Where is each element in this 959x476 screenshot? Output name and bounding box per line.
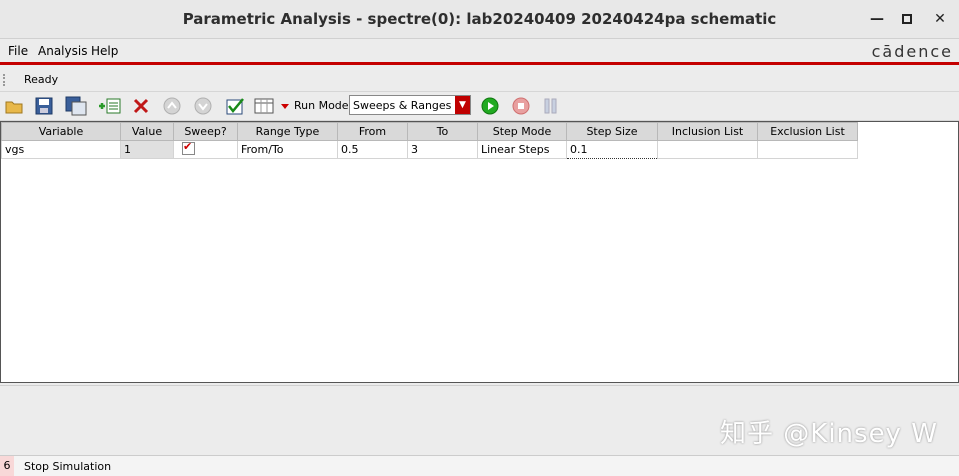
col-header-sweep[interactable]: Sweep? — [173, 122, 238, 141]
run-mode-value: Sweeps & Ranges — [353, 99, 452, 112]
grip-handle-icon — [3, 74, 11, 86]
col-header-range-type[interactable]: Range Type — [237, 122, 338, 141]
cell-from[interactable]: 0.5 — [337, 140, 408, 159]
save-as-icon[interactable] — [64, 96, 88, 116]
table-view-icon[interactable] — [254, 96, 274, 116]
line-number-badge: 6 — [0, 456, 14, 476]
move-up-icon[interactable] — [162, 96, 182, 116]
dropdown-icon[interactable] — [280, 96, 290, 116]
table-header-row: Variable Value Sweep? Range Type From To… — [1, 122, 858, 141]
bottom-status-text: Stop Simulation — [24, 460, 112, 473]
run-mode-label: Run Mode: — [294, 99, 353, 112]
close-icon[interactable]: ✕ — [930, 9, 950, 29]
stop-icon[interactable] — [511, 96, 531, 116]
col-header-to[interactable]: To — [407, 122, 478, 141]
menu-help[interactable]: Help — [91, 44, 118, 58]
watermark: 知乎 @Kinsey W — [720, 419, 938, 449]
menu-file[interactable]: File — [8, 44, 28, 58]
minimize-icon[interactable]: — — [867, 9, 887, 29]
cadence-logo: cādence — [871, 42, 953, 61]
cell-exclusion-list[interactable] — [757, 140, 858, 159]
parameter-table: Variable Value Sweep? Range Type From To… — [1, 122, 858, 159]
pause-icon[interactable] — [541, 96, 561, 116]
col-header-inclusion-list[interactable]: Inclusion List — [657, 122, 758, 141]
cell-range-type[interactable]: From/To — [237, 140, 338, 159]
toolbar: Run Mode: Sweeps & Ranges ▼ — [0, 91, 959, 121]
cell-sweep[interactable] — [173, 140, 238, 159]
accent-divider — [0, 62, 959, 65]
table-row[interactable]: vgs 1 From/To 0.5 3 Linear Steps 0.1 — [1, 140, 858, 159]
move-down-icon[interactable] — [193, 96, 213, 116]
cell-step-mode[interactable]: Linear Steps — [477, 140, 567, 159]
col-header-step-mode[interactable]: Step Mode — [477, 122, 567, 141]
menu-bar: File Analysis Help cādence — [0, 39, 959, 61]
cell-inclusion-list[interactable] — [657, 140, 758, 159]
cell-step-size[interactable]: 0.1 — [566, 140, 658, 159]
add-variable-icon[interactable] — [98, 96, 122, 116]
bottom-status-bar: 6 Stop Simulation — [0, 455, 959, 476]
delete-icon[interactable] — [131, 96, 151, 116]
col-header-value[interactable]: Value — [120, 122, 174, 141]
chevron-down-icon[interactable]: ▼ — [455, 96, 470, 114]
col-header-step-size[interactable]: Step Size — [566, 122, 658, 141]
sweep-checkbox[interactable] — [182, 141, 195, 155]
window-title: Parametric Analysis - spectre(0): lab202… — [182, 10, 777, 28]
cell-value[interactable]: 1 — [120, 140, 174, 159]
check-icon[interactable] — [225, 96, 245, 116]
menu-analysis[interactable]: Analysis — [38, 44, 87, 58]
title-bar: Parametric Analysis - spectre(0): lab202… — [0, 0, 959, 39]
status-text: Ready — [24, 73, 59, 86]
col-header-exclusion-list[interactable]: Exclusion List — [757, 122, 858, 141]
save-icon[interactable] — [34, 96, 54, 116]
cell-variable[interactable]: vgs — [1, 140, 121, 159]
run-icon[interactable] — [480, 96, 500, 116]
col-header-from[interactable]: From — [337, 122, 408, 141]
open-folder-icon[interactable] — [4, 96, 24, 116]
run-mode-select[interactable]: Sweeps & Ranges ▼ — [349, 95, 471, 115]
col-header-variable[interactable]: Variable — [1, 122, 121, 141]
status-line: Ready — [0, 70, 959, 90]
parameter-table-panel: Variable Value Sweep? Range Type From To… — [0, 121, 959, 383]
cell-to[interactable]: 3 — [407, 140, 478, 159]
maximize-icon[interactable] — [897, 9, 917, 29]
